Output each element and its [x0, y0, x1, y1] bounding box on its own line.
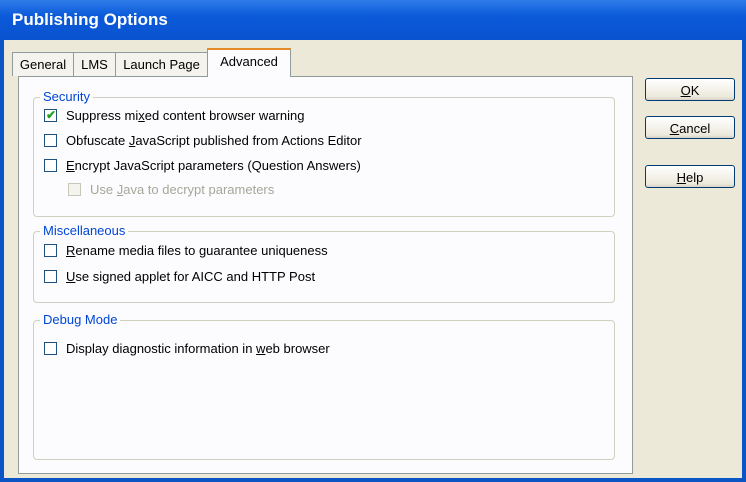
signed-applet-label: Use signed applet for AICC and HTTP Post: [66, 269, 316, 284]
dialog-client-area: General LMS Launch Page Advanced Securit…: [4, 40, 742, 478]
rename-media-checkbox[interactable]: [44, 244, 57, 257]
advanced-tab-panel: Security ✔ Suppress mixed content browse…: [18, 76, 633, 474]
tab-advanced[interactable]: Advanced: [207, 48, 291, 77]
suppress-mixed-content-label: Suppress mixed content browser warning: [66, 108, 305, 123]
window-title: Publishing Options: [12, 10, 168, 29]
tab-launch-page[interactable]: Launch Page: [115, 52, 208, 76]
tab-lms[interactable]: LMS: [73, 52, 116, 76]
help-button[interactable]: Help: [645, 165, 735, 188]
use-java-decrypt-label: Use Java to decrypt parameters: [90, 182, 275, 197]
signed-applet-checkbox[interactable]: [44, 270, 57, 283]
security-group: Security ✔ Suppress mixed content browse…: [33, 89, 615, 217]
debug-mode-legend: Debug Mode: [40, 312, 121, 327]
cancel-button[interactable]: Cancel: [645, 116, 735, 139]
display-diagnostic-label: Display diagnostic information in web br…: [66, 341, 330, 356]
display-diagnostic-checkbox[interactable]: [44, 342, 57, 355]
encrypt-javascript-label: Encrypt JavaScript parameters (Question …: [66, 158, 361, 173]
tab-general[interactable]: General: [12, 52, 74, 76]
dialog-window: Publishing Options General LMS Launch Pa…: [0, 0, 746, 482]
obfuscate-javascript-label: Obfuscate JavaScript published from Acti…: [66, 133, 362, 148]
security-legend: Security: [40, 89, 93, 104]
rename-media-label: Rename media files to guarantee uniquene…: [66, 243, 328, 258]
ok-button[interactable]: OK: [645, 78, 735, 101]
title-bar[interactable]: Publishing Options: [0, 0, 746, 40]
miscellaneous-group: Miscellaneous Rename media files to guar…: [33, 223, 615, 303]
suppress-mixed-content-checkbox[interactable]: ✔: [44, 108, 57, 122]
encrypt-javascript-checkbox[interactable]: [44, 159, 57, 172]
miscellaneous-legend: Miscellaneous: [40, 223, 129, 238]
checkmark-icon: ✔: [46, 108, 57, 122]
debug-mode-group: Debug Mode Display diagnostic informatio…: [33, 312, 615, 460]
obfuscate-javascript-checkbox[interactable]: [44, 134, 57, 147]
use-java-decrypt-checkbox: [68, 183, 81, 196]
